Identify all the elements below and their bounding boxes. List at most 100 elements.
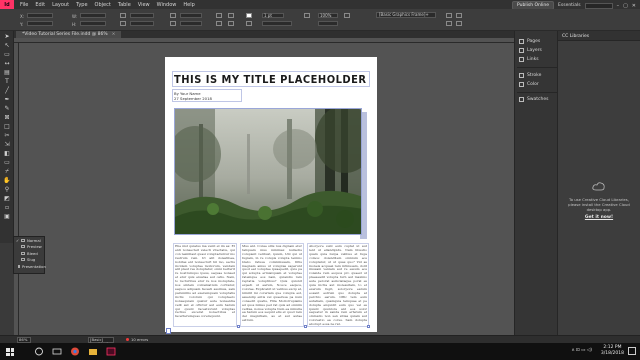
- type-tool-icon[interactable]: T: [2, 78, 12, 85]
- direct-selection-tool-icon[interactable]: ↖: [2, 42, 12, 49]
- fill-stroke-icon[interactable]: ◩: [2, 195, 12, 202]
- object-style-select[interactable]: [Basic Graphics Frame]+: [376, 12, 436, 18]
- chrome-icon[interactable]: [70, 347, 80, 356]
- stroke-type-select[interactable]: [262, 21, 292, 26]
- links-panel-tab[interactable]: Links: [519, 57, 539, 62]
- h-field[interactable]: [80, 21, 106, 26]
- rectangle-tool-icon[interactable]: □: [2, 123, 12, 130]
- maximize-button[interactable]: ▢: [623, 3, 628, 9]
- windows-start-icon[interactable]: [6, 348, 14, 356]
- menu-edit[interactable]: Edit: [35, 2, 45, 8]
- shear-icon[interactable]: [170, 21, 176, 26]
- hand-tool-icon[interactable]: ✋: [2, 177, 12, 184]
- text-column-2[interactable]: Mus ant. Conse sitis nus dignam etur tal…: [240, 243, 304, 327]
- menu-file[interactable]: File: [20, 2, 28, 8]
- task-view-icon[interactable]: [52, 347, 62, 356]
- file-explorer-icon[interactable]: [88, 347, 98, 356]
- scale-y-field[interactable]: [130, 21, 154, 26]
- text-wrap-icon[interactable]: [446, 21, 452, 26]
- flip-horizontal-icon[interactable]: [216, 13, 222, 18]
- cc-libraries-title[interactable]: CC Libraries: [562, 34, 589, 39]
- forest-image-frame[interactable]: [174, 108, 362, 235]
- swatches-panel-tab[interactable]: Swatches: [519, 97, 549, 102]
- text-column-3[interactable]: Aborpore sunt eum cuptat ut aut lent ut …: [307, 243, 369, 327]
- scale-x-field[interactable]: [130, 13, 154, 18]
- stroke-weight-field[interactable]: 1 pt: [262, 13, 284, 18]
- scale-y-icon[interactable]: [120, 21, 126, 26]
- select-content-icon[interactable]: [228, 21, 234, 26]
- w-field[interactable]: [80, 13, 106, 18]
- action-center-icon[interactable]: [628, 347, 636, 355]
- shadow-field[interactable]: [318, 21, 338, 26]
- note-tool-icon[interactable]: ▭: [2, 159, 12, 166]
- menu-table[interactable]: Table: [118, 2, 131, 8]
- screen-mode-label: Preview: [27, 244, 42, 250]
- scale-x-icon[interactable]: [120, 13, 126, 18]
- menu-window[interactable]: Window: [157, 2, 177, 8]
- select-container-icon[interactable]: [228, 13, 234, 18]
- text-outport-3[interactable]: [367, 325, 370, 328]
- help-search-input[interactable]: [584, 2, 613, 9]
- close-tab-icon[interactable]: ×: [112, 32, 116, 37]
- checkmark-icon: ✓: [16, 237, 20, 243]
- stroke-swatch[interactable]: [246, 21, 252, 26]
- opacity-field[interactable]: 100%: [318, 13, 338, 18]
- color-panel-tab[interactable]: Color: [519, 82, 539, 87]
- menu-help[interactable]: Help: [183, 2, 194, 8]
- text-outport-1[interactable]: [237, 325, 240, 328]
- effects-icon[interactable]: [304, 13, 310, 18]
- fitting-icon[interactable]: [446, 13, 452, 18]
- shear-field[interactable]: [180, 21, 202, 26]
- content-collector-icon[interactable]: ▤: [2, 69, 12, 76]
- menu-type[interactable]: Type: [76, 2, 87, 8]
- line-tool-icon[interactable]: ╱: [2, 87, 12, 94]
- workspace-switcher[interactable]: Essentials: [558, 3, 581, 8]
- eyedropper-tool-icon[interactable]: ⌿: [2, 168, 12, 175]
- system-tray-icons[interactable]: ʌ ⊡ ▭ ◁): [572, 348, 592, 353]
- gap-tool-icon[interactable]: ↔: [2, 60, 12, 67]
- x-field[interactable]: [27, 13, 53, 18]
- byline-frame[interactable]: By Your Name 27 September 2018: [172, 89, 242, 102]
- menu-layout[interactable]: Layout: [52, 2, 69, 8]
- selection-tool-icon[interactable]: ➤: [2, 33, 12, 40]
- document-page[interactable]: THIS IS MY TITLE PLACEHOLDER By Your Nam…: [165, 57, 377, 332]
- screen-mode-icon[interactable]: ▣: [2, 213, 12, 220]
- page-tool-icon[interactable]: ▭: [2, 51, 12, 58]
- menu-object[interactable]: Object: [95, 2, 111, 8]
- indesign-taskbar-icon[interactable]: [106, 347, 116, 356]
- fill-swatch[interactable]: [246, 13, 252, 18]
- y-field[interactable]: [27, 21, 53, 26]
- screen-mode-label: Normal: [27, 237, 41, 243]
- zoom-tool-icon[interactable]: ⚲: [2, 186, 12, 193]
- cortana-icon[interactable]: [34, 347, 44, 356]
- free-transform-tool-icon[interactable]: ⇲: [2, 141, 12, 148]
- text-column-1[interactable]: Ehe nist quiatus ma venit et im as: Et e…: [173, 243, 237, 327]
- preflight-status[interactable]: 10 errors: [126, 337, 148, 342]
- screen-mode-presentation[interactable]: Presentation: [14, 263, 46, 270]
- normal-mode-icon: [21, 238, 25, 242]
- scissors-tool-icon[interactable]: ✂: [2, 132, 12, 139]
- align-icon[interactable]: [456, 21, 462, 26]
- rotate-field[interactable]: [180, 13, 202, 18]
- title-placeholder[interactable]: THIS IS MY TITLE PLACEHOLDER: [172, 71, 370, 87]
- document-tab[interactable]: *Video Tutorial Series File.indd @ 86% ×: [16, 31, 122, 38]
- rotate-icon[interactable]: [170, 13, 176, 18]
- pencil-tool-icon[interactable]: ✎: [2, 105, 12, 112]
- close-window-button[interactable]: ✕: [632, 3, 636, 9]
- drop-shadow-icon[interactable]: [344, 13, 350, 18]
- text-outport-2[interactable]: [304, 325, 307, 328]
- formatting-icon[interactable]: ▫: [2, 204, 12, 211]
- stroke-panel-tab[interactable]: Stroke: [519, 73, 541, 78]
- flip-vertical-icon[interactable]: [216, 21, 222, 26]
- menu-view[interactable]: View: [138, 2, 150, 8]
- gradient-tool-icon[interactable]: ◧: [2, 150, 12, 157]
- fit-frame-icon[interactable]: [456, 13, 462, 18]
- pen-tool-icon[interactable]: ✒: [2, 96, 12, 103]
- screen-mode-normal[interactable]: ✓ Normal: [14, 237, 44, 244]
- layers-panel-tab[interactable]: Layers: [519, 48, 542, 53]
- rectangle-frame-tool-icon[interactable]: ⊠: [2, 114, 12, 121]
- get-it-now-link[interactable]: Get it now!: [558, 215, 640, 220]
- pages-panel-tab[interactable]: Pages: [519, 39, 540, 44]
- taskbar-clock[interactable]: 2:12 PM 3/18/2018: [601, 345, 624, 357]
- minimize-button[interactable]: –: [617, 3, 620, 9]
